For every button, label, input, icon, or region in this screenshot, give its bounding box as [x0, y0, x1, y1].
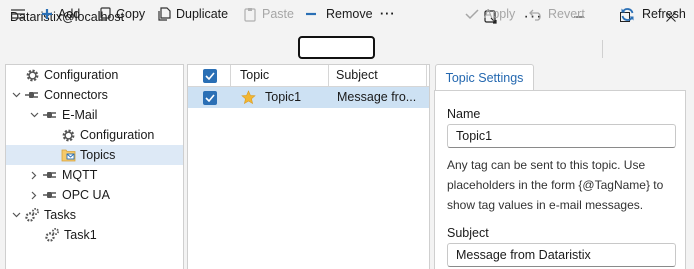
remove-button-focus-frame	[298, 36, 375, 59]
topic-settings-panel: Name Topic1 Any tag can be sent to this …	[434, 90, 686, 269]
checkmark-icon	[205, 72, 215, 80]
gear-icon	[60, 127, 76, 143]
undo-icon	[529, 9, 541, 21]
checkmark-icon	[465, 9, 479, 20]
toolbar-separator	[602, 40, 603, 58]
hamburger-menu-icon	[11, 9, 25, 19]
tree-item-connectors[interactable]: Connectors	[6, 85, 183, 105]
gear-icon	[24, 67, 40, 83]
plug-icon	[24, 87, 40, 103]
topic-description: Any tag can be sent to this topic. Use p…	[447, 158, 664, 212]
refresh-button-label: Refresh	[642, 7, 686, 21]
refresh-button[interactable]: Refresh	[620, 3, 686, 25]
tree-item-topics[interactable]: Topics	[6, 145, 183, 165]
tree-item-task1[interactable]: Task1	[6, 225, 183, 245]
column-divider[interactable]	[328, 65, 329, 87]
plug-icon	[42, 107, 58, 123]
gears-icon	[44, 227, 60, 243]
add-button[interactable]: Add	[41, 3, 80, 25]
plus-icon	[42, 9, 52, 19]
duplicate-button-label: Duplicate	[176, 7, 229, 21]
gears-icon	[24, 207, 40, 223]
chevron-down-icon[interactable]	[29, 112, 39, 118]
topics-icon	[60, 147, 76, 163]
column-header-topic[interactable]: Topic	[240, 68, 269, 82]
checkmark-icon	[205, 94, 215, 102]
chevron-right-icon[interactable]	[29, 171, 39, 180]
tree-item-label: Configuration	[80, 128, 155, 142]
revert-button[interactable]: Revert	[529, 3, 585, 25]
row-checkbox[interactable]	[203, 91, 217, 105]
chevron-right-icon[interactable]	[29, 191, 39, 200]
tree-item-mqtt[interactable]: MQTT	[6, 165, 183, 185]
tab-topic-settings[interactable]: Topic Settings	[435, 64, 534, 91]
duplicate-button[interactable]: Duplicate	[157, 3, 228, 25]
tree-item-email[interactable]: E-Mail	[6, 105, 183, 125]
star-icon	[241, 90, 256, 105]
plug-icon	[42, 187, 58, 203]
paste-button[interactable]: Paste	[243, 3, 294, 25]
tree-item-configuration[interactable]: Configuration	[6, 65, 183, 85]
name-field[interactable]: Topic1	[447, 124, 676, 148]
tree-item-label: E-Mail	[62, 108, 98, 122]
subject-label: Subject	[447, 226, 489, 240]
tree-item-label: MQTT	[62, 168, 98, 182]
topics-grid: Topic Subject Topic1 Message fro...	[187, 64, 430, 269]
subject-field[interactable]: Message from Dataristix	[447, 243, 676, 267]
copy-button[interactable]: Copy	[97, 3, 145, 25]
cell-subject: Message fro...	[337, 90, 417, 104]
toolbar-overflow-button[interactable]: ···	[380, 3, 396, 25]
column-divider[interactable]	[426, 65, 427, 87]
chevron-down-icon[interactable]	[11, 92, 21, 98]
cell-topic: Topic1	[265, 90, 302, 104]
apply-button-label: Apply	[484, 7, 516, 21]
tree-item-label: Connectors	[44, 88, 108, 102]
tree-item-tasks[interactable]: Tasks	[6, 205, 183, 225]
tree-item-label: Task1	[64, 228, 97, 242]
apply-button[interactable]: Apply	[465, 3, 515, 25]
refresh-icon	[621, 7, 634, 21]
tree-item-opc-ua[interactable]: OPC UA	[6, 185, 183, 205]
paste-icon	[244, 7, 256, 22]
tree-item-label: Configuration	[44, 68, 119, 82]
revert-button-label: Revert	[548, 7, 585, 21]
menu-button[interactable]	[10, 3, 26, 25]
copy-icon	[98, 6, 111, 21]
column-header-subject[interactable]: Subject	[336, 68, 378, 82]
tree-item-label: OPC UA	[62, 188, 110, 202]
copy-button-label: Copy	[116, 7, 146, 21]
chevron-down-icon[interactable]	[11, 212, 21, 218]
tree-item-label: Topics	[80, 148, 116, 162]
duplicate-icon	[158, 6, 171, 21]
remove-button[interactable]: Remove	[305, 3, 373, 25]
select-all-checkbox[interactable]	[203, 69, 217, 83]
navigation-tree: Configuration Connectors E-Mail Configur…	[5, 64, 184, 269]
settings-scrollbar[interactable]	[687, 90, 694, 269]
add-button-label: Add	[58, 7, 81, 21]
grid-header: Topic Subject	[188, 65, 429, 87]
table-row[interactable]: Topic1 Message fro...	[188, 87, 429, 108]
tree-item-label: Tasks	[44, 208, 76, 222]
column-divider[interactable]	[230, 65, 231, 87]
tree-item-email-configuration[interactable]: Configuration	[6, 125, 183, 145]
name-label: Name	[447, 107, 481, 121]
remove-button-label: Remove	[326, 7, 373, 21]
minus-icon	[306, 12, 316, 16]
paste-button-label: Paste	[262, 7, 294, 21]
plug-icon	[42, 167, 58, 183]
